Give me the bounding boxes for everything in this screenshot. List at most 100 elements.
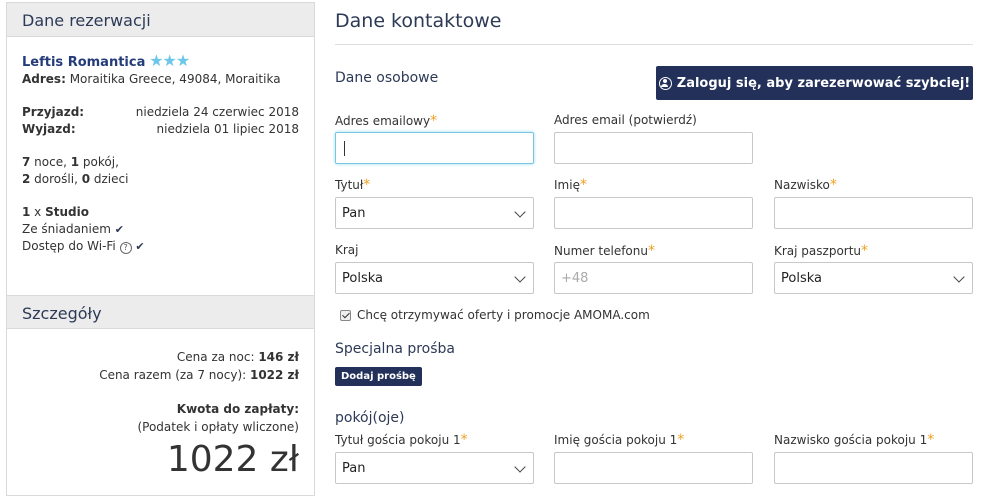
amenity-breakfast-label: Ze śniadaniem [22, 222, 111, 236]
title-select[interactable]: Pan [335, 197, 534, 229]
guest-first-name-label-text: Imię gościa pokoju 1 [554, 433, 678, 447]
stay-length: 7 noce, 1 pokój, [22, 154, 299, 171]
guest-title-select[interactable]: Pan [335, 452, 534, 484]
chevron-down-icon [514, 271, 526, 283]
address-label: Adres: [22, 72, 66, 86]
adults-text: dorośli, [30, 172, 82, 186]
last-name-label-text: Nazwisko [774, 178, 830, 192]
required-mark: * [927, 432, 935, 448]
title-label-text: Tytuł [335, 178, 364, 192]
checkout-row: Wyjazd: niedziela 01 lipiec 2018 [22, 121, 299, 138]
chevron-down-icon [514, 461, 526, 473]
contact-form: Dane kontaktowe Dane osobowe Zaloguj się… [335, 0, 980, 499]
guest-first-name-label: Imię gościa pokoju 1* [554, 432, 684, 448]
country-label: Kraj [335, 243, 359, 257]
special-request-title: Specjalna prośba [335, 341, 456, 357]
checkout-label: Wyjazd: [22, 122, 76, 136]
passport-country-label-text: Kraj paszportu [774, 244, 862, 258]
hotel-stars-icon: ★★★ [149, 51, 190, 70]
amount-due-value: 1022 zł [166, 439, 299, 480]
required-mark: * [460, 432, 468, 448]
children-text: dzieci [90, 172, 129, 186]
price-per-night-label: Cena za noc: [176, 350, 259, 364]
room-type: 1 x Studio [22, 204, 299, 221]
checkmark-icon: ✔ [114, 223, 124, 236]
checkin-label: Przyjazd: [22, 105, 85, 119]
phone-input[interactable] [554, 262, 753, 294]
checkin-row: Przyjazd: niedziela 24 czerwiec 2018 [22, 104, 299, 121]
email-input[interactable] [335, 132, 534, 164]
nights-text: noce, [30, 155, 71, 169]
country-select[interactable]: Polska [335, 262, 534, 294]
taxes-note: (Podatek i opłaty wliczone) [137, 420, 299, 434]
phone-label-text: Numer telefonu [554, 244, 648, 258]
text-cursor [344, 141, 345, 156]
passport-country-select[interactable]: Polska [774, 262, 973, 294]
room-x: x [30, 205, 46, 219]
rooms-text: pokój, [79, 155, 119, 169]
hotel-address: Adres: Moraitika Greece, 49084, Moraitik… [22, 71, 299, 88]
email-confirm-input[interactable] [554, 132, 753, 164]
email-label-text: Adres emailowy [335, 114, 431, 128]
guest-title-label: Tytuł gościa pokoju 1* [335, 432, 468, 448]
reservation-panel-title: Dane rezerwacji [7, 3, 314, 37]
children-count: 0 [81, 172, 91, 186]
hotel-summary: Leftis Romantica ★★★ Adres: Moraitika Gr… [7, 37, 314, 255]
required-mark: * [430, 113, 438, 129]
required-mark: * [579, 177, 587, 193]
page-title: Dane kontaktowe [335, 10, 502, 32]
required-mark: * [861, 243, 869, 259]
price-total-value: 1022 zł [249, 368, 299, 382]
rooms-count: 1 [70, 155, 80, 169]
phone-label: Numer telefonu* [554, 243, 655, 259]
amenity-wifi-label: Dostęp do Wi-Fi [22, 239, 116, 253]
user-icon [658, 76, 672, 90]
last-name-label: Nazwisko* [774, 177, 837, 193]
price-per-night-value: 146 zł [258, 350, 299, 364]
email-label: Adres emailowy* [335, 113, 437, 129]
guests-count: 2 dorośli, 0 dzieci [22, 171, 299, 188]
title-label: Tytuł* [335, 177, 370, 193]
divider [335, 44, 973, 45]
checkout-value: niedziela 01 lipiec 2018 [156, 122, 300, 136]
first-name-input[interactable] [554, 197, 753, 229]
guest-first-name-input[interactable] [554, 452, 753, 484]
price-total-label: Cena razem (za 7 nocy): [99, 368, 250, 382]
first-name-label-text: Imię [554, 178, 580, 192]
login-button[interactable]: Zaloguj się, aby zarezerwować szybciej! [656, 66, 973, 100]
login-button-label: Zaloguj się, aby zarezerwować szybciej! [676, 75, 971, 91]
first-name-label: Imię* [554, 177, 587, 193]
title-select-value: Pan [342, 206, 366, 221]
country-select-value: Polska [342, 271, 383, 286]
add-request-button[interactable]: Dodaj prośbę [335, 367, 422, 386]
help-icon[interactable]: ? [119, 242, 132, 254]
amenity-wifi: Dostęp do Wi-Fi ? ✔ [22, 238, 299, 255]
guest-title-label-text: Tytuł gościa pokoju 1 [335, 433, 461, 447]
amount-due-label: Kwota do zapłaty: [176, 402, 299, 416]
chevron-down-icon [514, 206, 526, 218]
price-per-night: Cena za noc: 146 zł [22, 348, 299, 366]
guest-last-name-input[interactable] [774, 452, 973, 484]
reservation-sidebar: Dane rezerwacji Leftis Romantica ★★★ Adr… [6, 2, 315, 496]
guest-title-select-value: Pan [342, 461, 366, 476]
rooms-title: pokój(oje) [335, 410, 405, 426]
amenity-breakfast: Ze śniadaniem ✔ [22, 221, 299, 238]
offers-checkbox[interactable] [340, 309, 351, 321]
price-details: Cena za noc: 146 zł Cena razem (za 7 noc… [22, 348, 299, 482]
address-value: Moraitika Greece, 49084, Moraitika [69, 72, 281, 86]
checkmark-icon: ✔ [135, 240, 145, 253]
offers-checkbox-label: Chcę otrzymywać oferty i promocje AMOMA.… [357, 308, 650, 322]
guest-last-name-label: Nazwisko gościa pokoju 1* [774, 432, 934, 448]
checkin-value: niedziela 24 czerwiec 2018 [135, 105, 299, 119]
room-type-name: Studio [45, 205, 89, 219]
price-total: Cena razem (za 7 nocy): 1022 zł [22, 366, 299, 384]
hotel-name[interactable]: Leftis Romantica [22, 55, 145, 70]
required-mark: * [677, 432, 685, 448]
personal-data-title: Dane osobowe [335, 70, 439, 86]
chevron-down-icon [953, 271, 965, 283]
offers-checkbox-row[interactable]: Chcę otrzymywać oferty i promocje AMOMA.… [340, 308, 650, 322]
guest-last-name-label-text: Nazwisko gościa pokoju 1 [774, 433, 928, 447]
required-mark: * [363, 177, 371, 193]
required-mark: * [829, 177, 837, 193]
last-name-input[interactable] [774, 197, 973, 229]
